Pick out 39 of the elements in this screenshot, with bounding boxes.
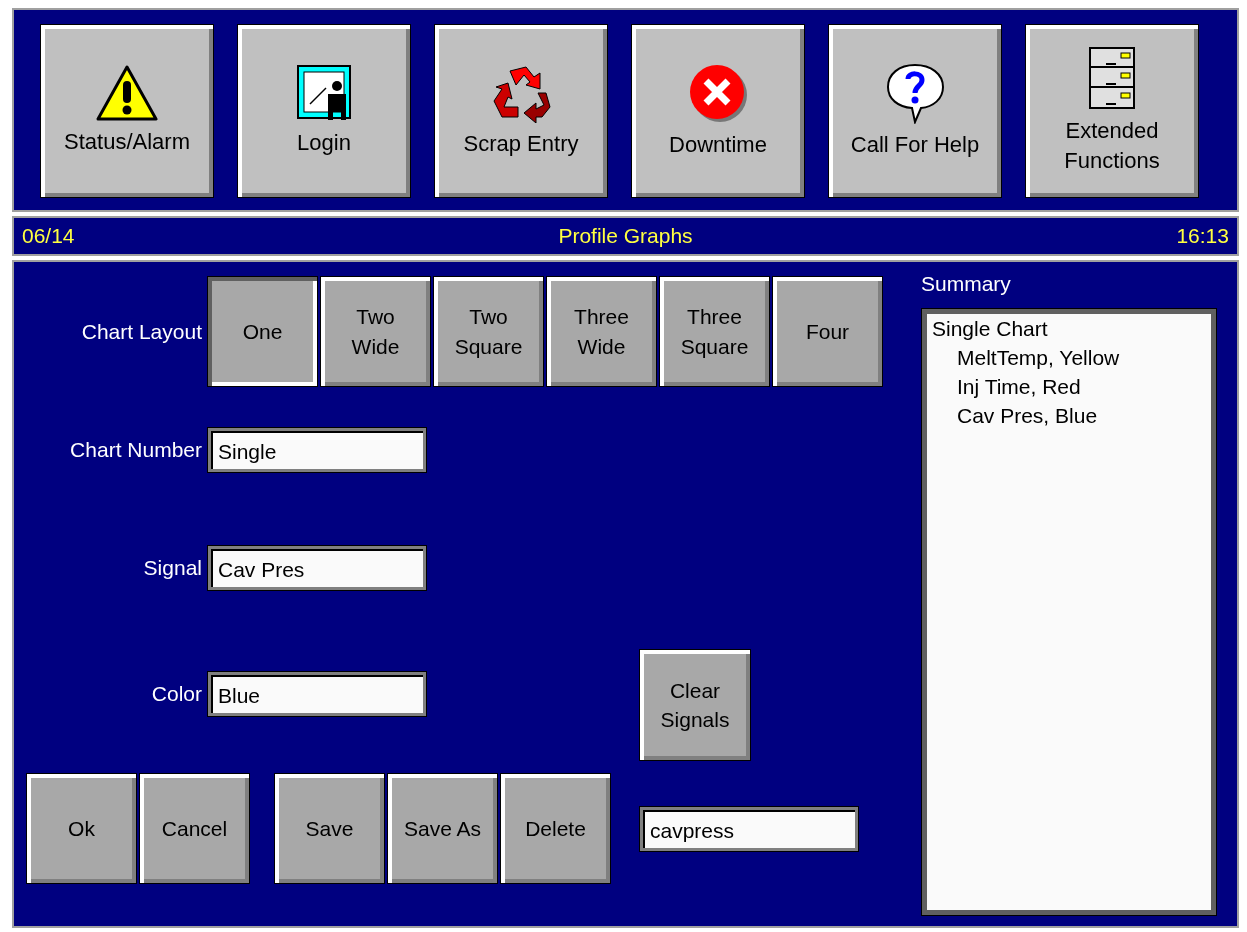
summary-item: MeltTemp, Yellow	[957, 344, 1120, 371]
field-label: Color	[150, 682, 202, 706]
toolbar-button[interactable]: Call For Help	[828, 24, 1002, 198]
date-text: 06/14	[22, 224, 75, 248]
toolbar-button[interactable]: Login	[237, 24, 411, 198]
layout-option-button[interactable]: Two Square	[433, 276, 544, 387]
field-label: Chart Layout	[80, 319, 202, 344]
summary-label: Summary	[921, 272, 1012, 296]
field-label: Chart Number	[69, 438, 202, 462]
field-label: Signal	[142, 556, 202, 580]
action-button[interactable]: Cancel	[139, 773, 250, 884]
help-icon	[885, 62, 945, 125]
action-button[interactable]: Save	[274, 773, 385, 884]
summary-item: Single Chart	[932, 316, 1048, 342]
layout-option-button[interactable]: Three Square	[659, 276, 770, 387]
time-text: 16:13	[1176, 224, 1229, 248]
layout-option-button[interactable]: Four	[772, 276, 883, 387]
presenter-board-icon	[296, 64, 352, 123]
screen-title: Profile Graphs	[558, 224, 693, 248]
action-button[interactable]: Ok	[26, 773, 137, 884]
filename-field[interactable]: cavpress	[639, 805, 859, 852]
action-button[interactable]: Delete	[500, 773, 611, 884]
close-icon	[687, 62, 749, 125]
toolbar-button[interactable]: Extended Functions	[1025, 24, 1199, 198]
summary-item: Cav Pres, Blue	[957, 402, 1098, 429]
toolbar-button[interactable]: Status/Alarm	[40, 24, 214, 198]
action-button[interactable]: Save As	[387, 773, 498, 884]
toolbar-button[interactable]: Downtime	[631, 24, 805, 198]
layout-option-button[interactable]: One	[207, 276, 318, 387]
summary-item: Inj Time, Red	[957, 373, 1081, 400]
clear-signals-button[interactable]: Clear Signals	[639, 649, 751, 761]
input-field[interactable]: Cav Pres	[207, 545, 427, 591]
warning-icon	[96, 65, 158, 122]
layout-option-button[interactable]: Three Wide	[546, 276, 657, 387]
toolbar-button[interactable]: Scrap Entry	[434, 24, 608, 198]
layout-option-button[interactable]: Two Wide	[320, 276, 431, 387]
input-field[interactable]: Blue	[207, 671, 427, 717]
input-field[interactable]: Single	[207, 427, 427, 473]
file-cabinet-icon	[1088, 46, 1136, 111]
